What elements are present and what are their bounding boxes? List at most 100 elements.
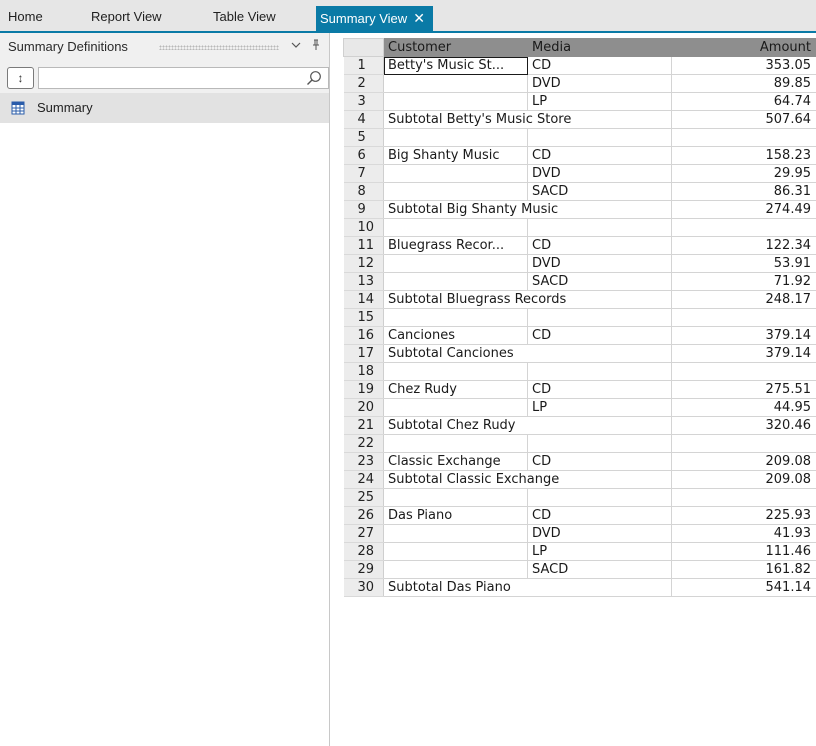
customer-cell[interactable] bbox=[383, 434, 528, 453]
customer-cell[interactable]: Canciones bbox=[383, 326, 528, 345]
media-cell[interactable]: DVD bbox=[527, 254, 672, 273]
amount-cell[interactable]: 209.08 bbox=[671, 470, 816, 489]
media-cell[interactable] bbox=[527, 362, 672, 381]
amount-cell[interactable]: 29.95 bbox=[671, 164, 816, 183]
amount-cell[interactable]: 44.95 bbox=[671, 398, 816, 417]
media-cell[interactable]: CD bbox=[527, 326, 672, 345]
amount-cell[interactable]: 248.17 bbox=[671, 290, 816, 309]
amount-cell[interactable]: 158.23 bbox=[671, 146, 816, 165]
subtotal-label-cell[interactable]: Subtotal Chez Rudy bbox=[383, 416, 672, 435]
subtotal-label-cell[interactable]: Subtotal Canciones bbox=[383, 344, 672, 363]
close-icon[interactable]: ✕ bbox=[413, 6, 425, 31]
column-header-amount[interactable]: Amount bbox=[671, 38, 816, 57]
media-cell[interactable]: SACD bbox=[527, 272, 672, 291]
media-cell[interactable]: LP bbox=[527, 92, 672, 111]
chevron-down-icon[interactable] bbox=[291, 39, 301, 53]
row-number[interactable]: 5 bbox=[343, 128, 384, 147]
row-number[interactable]: 14 bbox=[343, 290, 384, 309]
tree-item-summary[interactable]: Summary bbox=[0, 93, 329, 123]
tab-summary-view[interactable]: Summary View ✕ bbox=[316, 6, 433, 32]
amount-cell[interactable]: 225.93 bbox=[671, 506, 816, 525]
sort-button[interactable]: ↕ bbox=[7, 67, 34, 89]
media-cell[interactable] bbox=[527, 434, 672, 453]
row-number[interactable]: 9 bbox=[343, 200, 384, 219]
amount-cell[interactable]: 507.64 bbox=[671, 110, 816, 129]
customer-cell[interactable]: Das Piano bbox=[383, 506, 528, 525]
row-number[interactable]: 11 bbox=[343, 236, 384, 255]
amount-cell[interactable] bbox=[671, 218, 816, 237]
row-number[interactable]: 22 bbox=[343, 434, 384, 453]
media-cell[interactable]: DVD bbox=[527, 74, 672, 93]
amount-cell[interactable]: 111.46 bbox=[671, 542, 816, 561]
tab-report-view[interactable]: Report View bbox=[91, 7, 162, 27]
media-cell[interactable]: LP bbox=[527, 398, 672, 417]
row-number[interactable]: 3 bbox=[343, 92, 384, 111]
media-cell[interactable]: CD bbox=[527, 236, 672, 255]
amount-cell[interactable]: 274.49 bbox=[671, 200, 816, 219]
amount-cell[interactable]: 53.91 bbox=[671, 254, 816, 273]
media-cell[interactable]: CD bbox=[527, 146, 672, 165]
media-cell[interactable] bbox=[527, 488, 672, 507]
pin-icon[interactable] bbox=[311, 39, 321, 54]
customer-cell[interactable] bbox=[383, 524, 528, 543]
media-cell[interactable]: CD bbox=[527, 452, 672, 471]
amount-cell[interactable]: 161.82 bbox=[671, 560, 816, 579]
customer-cell[interactable] bbox=[383, 182, 528, 201]
customer-cell[interactable] bbox=[383, 272, 528, 291]
search-icon[interactable] bbox=[306, 70, 322, 86]
media-cell[interactable] bbox=[527, 308, 672, 327]
row-header-corner[interactable] bbox=[343, 38, 384, 57]
customer-cell[interactable] bbox=[383, 488, 528, 507]
customer-cell[interactable] bbox=[383, 362, 528, 381]
search-input[interactable] bbox=[38, 67, 329, 89]
row-number[interactable]: 29 bbox=[343, 560, 384, 579]
row-number[interactable]: 24 bbox=[343, 470, 384, 489]
subtotal-label-cell[interactable]: Subtotal Betty's Music Store bbox=[383, 110, 672, 129]
row-number[interactable]: 26 bbox=[343, 506, 384, 525]
row-number[interactable]: 25 bbox=[343, 488, 384, 507]
row-number[interactable]: 13 bbox=[343, 272, 384, 291]
amount-cell[interactable]: 122.34 bbox=[671, 236, 816, 255]
row-number[interactable]: 7 bbox=[343, 164, 384, 183]
amount-cell[interactable]: 89.85 bbox=[671, 74, 816, 93]
customer-cell[interactable] bbox=[383, 128, 528, 147]
row-number[interactable]: 21 bbox=[343, 416, 384, 435]
amount-cell[interactable] bbox=[671, 362, 816, 381]
row-number[interactable]: 4 bbox=[343, 110, 384, 129]
amount-cell[interactable]: 41.93 bbox=[671, 524, 816, 543]
row-number[interactable]: 16 bbox=[343, 326, 384, 345]
amount-cell[interactable]: 541.14 bbox=[671, 578, 816, 597]
customer-cell[interactable] bbox=[383, 560, 528, 579]
customer-cell[interactable]: Big Shanty Music bbox=[383, 146, 528, 165]
media-cell[interactable]: DVD bbox=[527, 524, 672, 543]
amount-cell[interactable] bbox=[671, 434, 816, 453]
amount-cell[interactable]: 275.51 bbox=[671, 380, 816, 399]
media-cell[interactable]: SACD bbox=[527, 560, 672, 579]
drag-grip[interactable] bbox=[159, 45, 279, 50]
customer-cell[interactable] bbox=[383, 74, 528, 93]
amount-cell[interactable] bbox=[671, 128, 816, 147]
row-number[interactable]: 20 bbox=[343, 398, 384, 417]
subtotal-label-cell[interactable]: Subtotal Bluegrass Records bbox=[383, 290, 672, 309]
customer-cell[interactable] bbox=[383, 164, 528, 183]
subtotal-label-cell[interactable]: Subtotal Classic Exchange bbox=[383, 470, 672, 489]
row-number[interactable]: 27 bbox=[343, 524, 384, 543]
row-number[interactable]: 2 bbox=[343, 74, 384, 93]
tab-home[interactable]: Home bbox=[8, 7, 43, 27]
row-number[interactable]: 23 bbox=[343, 452, 384, 471]
row-number[interactable]: 19 bbox=[343, 380, 384, 399]
customer-cell[interactable]: Chez Rudy bbox=[383, 380, 528, 399]
row-number[interactable]: 18 bbox=[343, 362, 384, 381]
row-number[interactable]: 6 bbox=[343, 146, 384, 165]
amount-cell[interactable]: 209.08 bbox=[671, 452, 816, 471]
amount-cell[interactable]: 71.92 bbox=[671, 272, 816, 291]
media-cell[interactable]: DVD bbox=[527, 164, 672, 183]
row-number[interactable]: 15 bbox=[343, 308, 384, 327]
media-cell[interactable]: CD bbox=[527, 56, 672, 75]
row-number[interactable]: 12 bbox=[343, 254, 384, 273]
media-cell[interactable]: CD bbox=[527, 506, 672, 525]
row-number[interactable]: 30 bbox=[343, 578, 384, 597]
customer-cell[interactable] bbox=[383, 218, 528, 237]
amount-cell[interactable] bbox=[671, 308, 816, 327]
customer-cell[interactable] bbox=[383, 92, 528, 111]
